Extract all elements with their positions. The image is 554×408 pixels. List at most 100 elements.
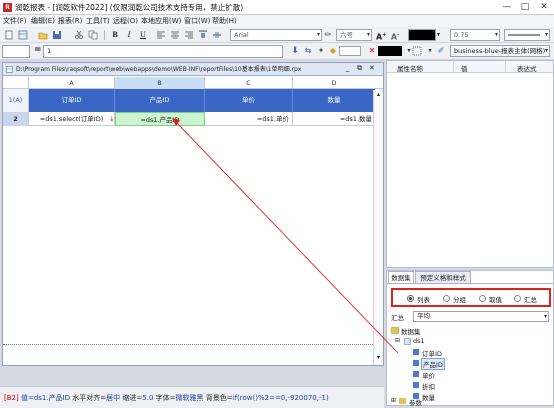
open-folder-icon[interactable] [38,30,48,40]
menu-tools[interactable]: 工具(T) [86,16,110,26]
tree-dataset-ds1[interactable]: ds1 [413,337,425,345]
menu-report[interactable]: 报表(R) [58,16,82,26]
minimize-button[interactable]: — [498,2,516,13]
font-color-icon[interactable]: ✏ [323,30,333,40]
underline-button[interactable]: U [138,30,148,40]
restore-doc-button[interactable]: ⧉ [357,64,362,73]
new-report-icon[interactable] [18,30,28,40]
menu-window[interactable]: 窗口(W) [184,16,210,26]
line-width-select[interactable]: 0.75 ▾ [450,29,500,41]
cell-ref-field[interactable] [2,45,30,58]
tab-dataset[interactable]: 数据集 [388,271,414,283]
summary-select[interactable]: 平均 ▾ [413,311,549,322]
maximize-button[interactable]: □ [516,2,534,13]
cell-b2[interactable]: =ds1.产品ID [115,112,205,126]
tab-predefined-styles[interactable]: 预定义格和样式 [415,271,471,283]
formula-input[interactable]: 1 [43,45,283,58]
scroll-down-icon[interactable]: ▾ [375,354,382,362]
field-icon [413,360,419,366]
menu-help[interactable]: 帮助(H) [212,16,237,26]
grow-font-icon[interactable]: A+ [376,30,386,42]
cell-d1[interactable]: 数量 [293,89,375,112]
font-name-value: Arial [234,31,249,39]
minimize-doc-button[interactable]: _ [346,64,350,72]
cell-c2[interactable]: =ds1.单价 [205,112,293,126]
column-header-b[interactable]: B [115,77,205,89]
app-logo: R [3,3,12,12]
tree-params[interactable]: 参数 [409,397,422,407]
magic-wand-icon[interactable]: ✦ [316,46,326,56]
new-file-icon[interactable] [4,30,14,40]
align-middle-icon[interactable] [212,30,222,40]
row-header-1[interactable]: 1(A) [3,89,29,112]
font-name-select[interactable]: Arial ▾ [230,29,322,41]
summary-value: 平均 [417,312,430,320]
cut-icon[interactable] [74,30,84,40]
column-header-c[interactable]: C [205,77,293,89]
cell-c1[interactable]: 单价 [205,89,293,112]
tree-root-label[interactable]: 数据集 [401,326,421,336]
cell-d2[interactable]: =ds1.数量 [293,112,375,126]
radio-group[interactable] [443,295,450,302]
status-align-label: 水平对齐= [72,394,107,402]
menu-remote[interactable]: 远程(O) [113,16,138,26]
database-icon [391,327,399,334]
align-center-icon[interactable] [170,30,180,40]
cell-b1[interactable]: 产品ID [115,89,205,112]
tree-expand-icon[interactable]: ⊞ [391,397,396,404]
align-left-icon[interactable] [156,30,166,40]
italic-button[interactable]: I [124,30,134,40]
copy-icon[interactable] [88,30,98,40]
border-color-swatch[interactable] [378,46,402,56]
menu-local-app[interactable]: 本地应用(W) [141,16,181,26]
tree-field[interactable]: 单价 [422,370,435,380]
document-tab[interactable]: D:\Program Files\raqsoft\report\web\weba… [3,63,383,76]
save-icon[interactable] [52,30,62,40]
radio-summary[interactable] [514,295,521,302]
shrink-font-icon[interactable]: A- [390,30,400,42]
tree-field[interactable]: 订单ID [422,348,442,358]
row-header-2[interactable]: 2 [3,112,29,126]
close-doc-button[interactable]: ✕ [369,64,375,72]
fill-color-swatch[interactable] [339,46,361,56]
chevron-down-icon[interactable]: ▾ [437,29,445,41]
bold-button[interactable]: B [110,30,120,40]
column-header-row: A B C D [3,77,383,89]
scroll-up-icon[interactable]: ▴ [375,91,382,99]
menu-edit[interactable]: 编辑(E) [31,16,55,26]
radio-value[interactable] [479,295,486,302]
menu-file[interactable]: 文件(F) [3,16,27,26]
font-size-select[interactable]: 六号 ▾ [336,29,372,41]
column-header-d[interactable]: D [293,77,375,89]
tree-field[interactable]: 数量 [422,392,435,402]
status-bar: [B2] 值=ds1.产品ID 水平对齐=居中 缩进=5.0 字体=微软雅黑 背… [0,386,384,408]
align-top-icon[interactable] [198,30,208,40]
line-style-select[interactable]: ▾ [504,29,550,41]
theme-brush-icon[interactable]: ✐ [436,46,446,56]
clear-format-icon[interactable]: ✕ [367,46,377,56]
tree-field-selected[interactable]: 产品ID [421,358,445,370]
theme-select[interactable]: business-blue-报表主体(网格) ▾ [450,45,550,57]
dataset-panel: 数据集 预定义格和样式 列表 分组 取值 汇总 汇总 平均 ▾ 数据集 ⊟ ds1… [386,270,554,407]
merge-cells-icon[interactable]: ⇆ [303,46,313,56]
chevron-down-icon[interactable]: ▾ [425,46,435,56]
corner-cell[interactable] [3,77,29,89]
cell-a1[interactable]: 订单ID [29,89,115,112]
menu-bar: 文件(F) 编辑(E) 报表(R) 工具(T) 远程(O) 本地应用(W) 窗口… [0,15,554,27]
text-color-select[interactable] [408,29,436,41]
status-align: 居中 [106,394,121,402]
tree-field[interactable]: 折扣 [422,381,435,391]
property-value-header: 值 [461,65,468,73]
align-right-icon[interactable] [184,30,194,40]
radio-list[interactable] [407,295,414,302]
paint-bucket-icon[interactable]: ◆ [328,46,338,56]
border-style-icon[interactable] [412,46,422,56]
arrow-down-icon[interactable]: ⬇ [290,46,300,56]
column-header-a[interactable]: A [29,77,115,89]
cell-a2[interactable]: =ds1.select(订单ID) [29,112,115,126]
column-divider [453,61,454,73]
vertical-scrollbar[interactable]: ▴ ▾ [373,90,383,365]
close-button[interactable]: ✕ [535,2,553,13]
tree-collapse-icon[interactable]: ⊟ [395,337,400,344]
dataset-icon [404,338,411,345]
